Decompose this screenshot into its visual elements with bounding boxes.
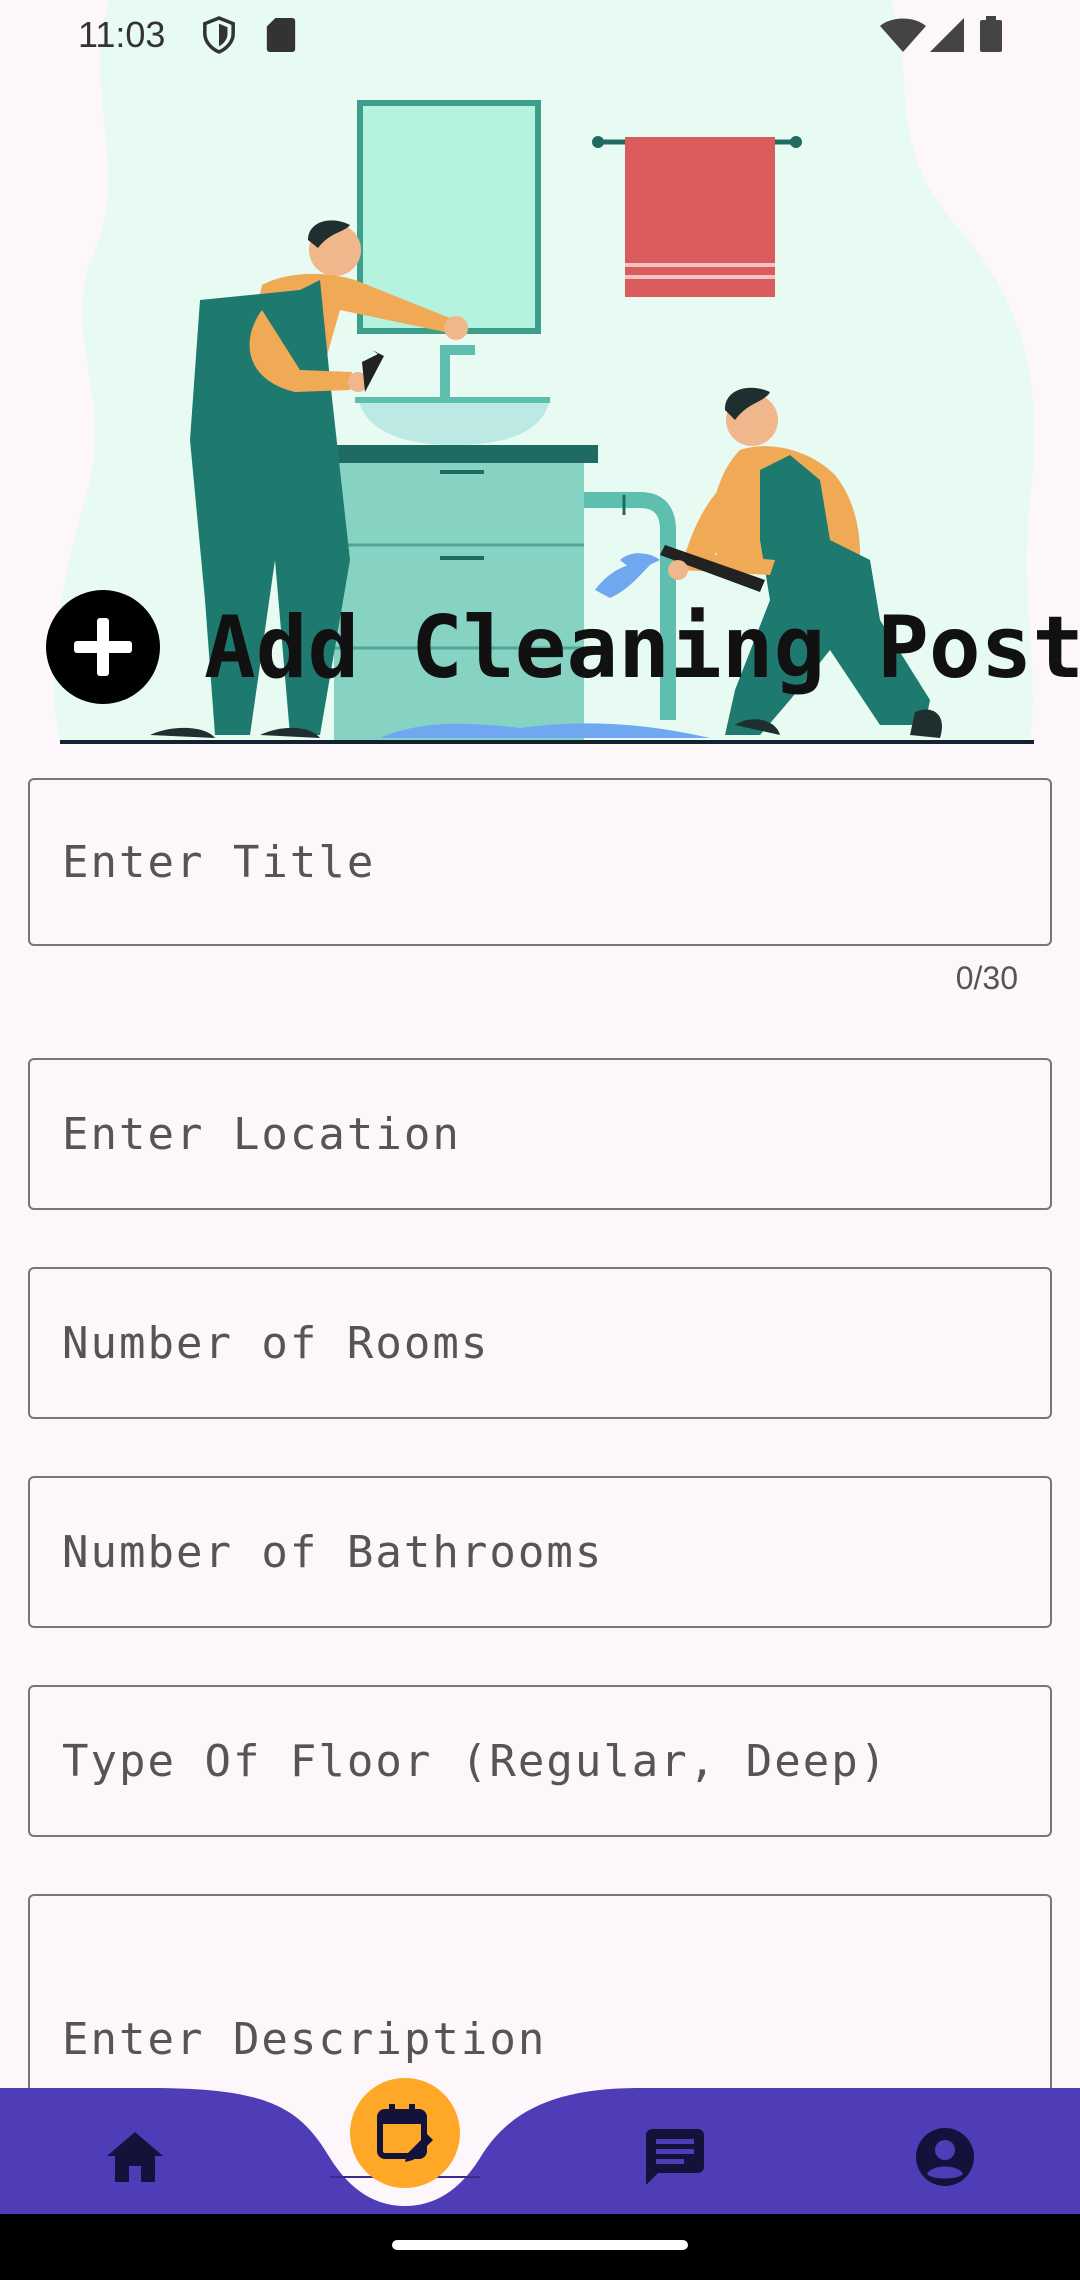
floor-type-input[interactable] bbox=[30, 1687, 1050, 1835]
status-bar: 11:03 bbox=[0, 0, 1080, 70]
home-icon bbox=[107, 2132, 163, 2182]
title-field[interactable] bbox=[28, 778, 1052, 946]
bathrooms-field[interactable] bbox=[28, 1476, 1052, 1628]
header-divider bbox=[60, 740, 1034, 744]
add-circle-icon[interactable] bbox=[46, 590, 160, 704]
sd-card-icon bbox=[266, 18, 296, 52]
rooms-field[interactable] bbox=[28, 1267, 1052, 1419]
floor-type-field[interactable] bbox=[28, 1685, 1052, 1837]
signal-icon bbox=[930, 18, 964, 52]
description-placeholder[interactable]: Enter Description bbox=[62, 2014, 546, 2065]
rooms-input[interactable] bbox=[30, 1269, 1050, 1417]
page-title: Add Cleaning Post bbox=[204, 598, 1080, 698]
home-gesture-handle[interactable] bbox=[392, 2240, 688, 2250]
battery-icon bbox=[980, 16, 1002, 52]
title-input[interactable] bbox=[30, 780, 1050, 944]
status-time: 11:03 bbox=[78, 14, 166, 55]
shield-icon bbox=[203, 16, 235, 54]
nav-calendar-edit-button[interactable] bbox=[350, 2078, 460, 2188]
title-char-counter: 0/30 bbox=[955, 960, 1018, 996]
location-field[interactable] bbox=[28, 1058, 1052, 1210]
account-icon bbox=[916, 2128, 974, 2186]
wifi-icon bbox=[880, 18, 926, 52]
nav-chat-button[interactable] bbox=[640, 2126, 710, 2188]
nav-account-button[interactable] bbox=[910, 2124, 980, 2190]
calendar-edit-icon bbox=[377, 2104, 433, 2162]
nav-home-button[interactable] bbox=[100, 2126, 170, 2188]
chat-icon bbox=[646, 2129, 704, 2185]
location-input[interactable] bbox=[30, 1060, 1050, 1208]
bathrooms-input[interactable] bbox=[30, 1478, 1050, 1626]
